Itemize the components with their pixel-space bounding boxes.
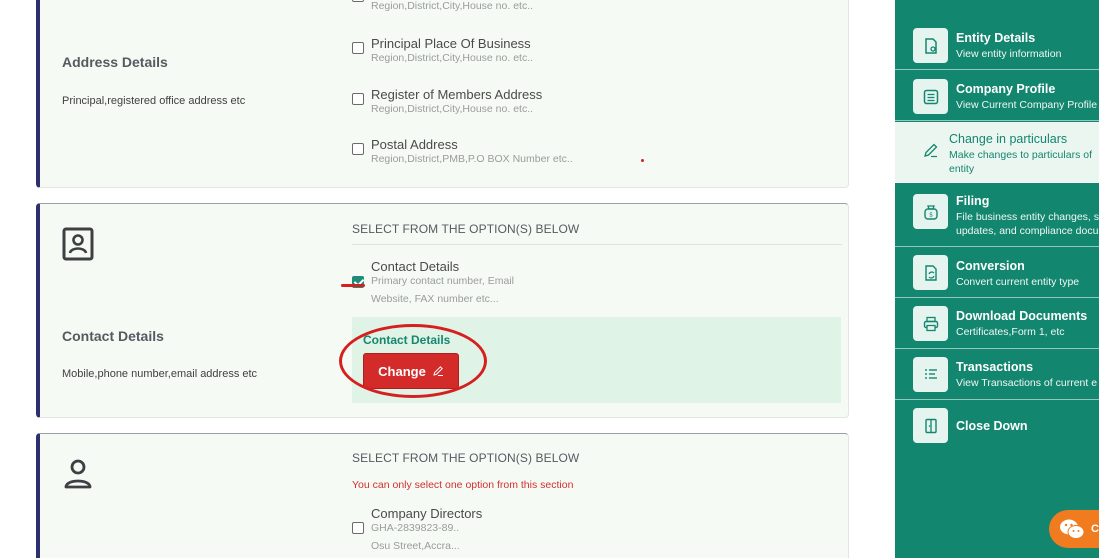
contact-select-heading: SELECT FROM THE OPTION(S) BELOW	[352, 222, 580, 236]
sidebar-item-company-profile[interactable]: Company Profile View Current Company Pro…	[895, 71, 1099, 121]
sidebar-item-sub: View Current Company Profile	[956, 99, 1098, 111]
sidebar-item-sub2: entity	[949, 163, 975, 175]
wechat-icon	[1060, 519, 1085, 539]
principal-place-label: Principal Place Of Business	[371, 36, 531, 51]
register-members-label: Register of Members Address	[371, 87, 543, 102]
sidebar-item-sub: Convert current entity type	[956, 276, 1080, 288]
sidebar-item-transactions[interactable]: Transactions View Transactions of curren…	[895, 350, 1099, 400]
contact-details-option-sub1: Primary contact number, Email	[371, 275, 514, 287]
svg-text:$: $	[929, 211, 933, 218]
company-directors-label: Company Directors	[371, 506, 483, 521]
sidebar-item-title: Download Documents	[956, 309, 1088, 323]
chat-button[interactable]: C	[1049, 510, 1099, 548]
sidebar-item-sub: View entity information	[956, 48, 1062, 60]
sidebar-item-title: Filing	[956, 194, 990, 208]
postal-address-option[interactable]: Postal Address Region,District,PMB,P.O B…	[352, 137, 832, 167]
directors-card: SELECT FROM THE OPTION(S) BELOW You can …	[36, 433, 849, 558]
sidebar-item-close-down[interactable]: Close Down	[895, 401, 1099, 451]
printer-icon	[913, 306, 948, 341]
contact-details-description: Mobile,phone number,email address etc	[62, 368, 258, 380]
annotation-dot	[641, 159, 644, 162]
door-icon	[913, 408, 948, 443]
sidebar-item-title: Transactions	[956, 360, 1034, 374]
company-directors-option[interactable]: Company Directors GHA-2839823-89.. Osu S…	[352, 506, 832, 556]
address-details-description: Principal,registered office address etc	[62, 95, 246, 107]
sidebar-item-title: Close Down	[956, 419, 1028, 433]
postal-address-sub: Region,District,PMB,P.O BOX Number etc..	[371, 153, 573, 165]
sidebar-item-title: Conversion	[956, 259, 1025, 273]
page: Address Details Principal,registered off…	[0, 0, 1099, 558]
contact-details-option[interactable]: Contact Details Primary contact number, …	[352, 259, 832, 309]
contact-details-title: Contact Details	[62, 328, 164, 344]
register-members-checkbox[interactable]	[352, 93, 364, 105]
sidebar-item-title: Company Profile	[956, 82, 1056, 96]
company-directors-checkbox[interactable]	[352, 522, 364, 534]
contact-divider	[352, 244, 842, 245]
sidebar-item-sub1: File business entity changes, s	[956, 211, 1099, 223]
money-bag-icon: $	[913, 194, 948, 229]
principal-place-checkbox[interactable]	[352, 42, 364, 54]
sidebar-item-title: Entity Details	[956, 31, 1036, 45]
register-members-option[interactable]: Register of Members Address Region,Distr…	[352, 87, 832, 117]
sidebar-item-change-in-particulars[interactable]: Change in particulars Make changes to pa…	[895, 122, 1099, 183]
list-lines-icon	[913, 357, 948, 392]
company-directors-sub1: GHA-2839823-89..	[371, 522, 460, 534]
address-details-title: Address Details	[62, 54, 168, 70]
sidebar-item-sub2: updates, and compliance docu	[956, 225, 1099, 237]
address-details-card: Address Details Principal,registered off…	[36, 0, 849, 188]
postal-address-checkbox[interactable]	[352, 143, 364, 155]
sidebar-item-download-documents[interactable]: Download Documents Certificates,Form 1, …	[895, 299, 1099, 349]
principal-place-option[interactable]: Principal Place Of Business Region,Distr…	[352, 36, 832, 66]
postal-address-label: Postal Address	[371, 137, 458, 152]
contact-card-icon	[62, 227, 94, 261]
annotation-ellipse	[339, 324, 487, 398]
sidebar-item-title: Change in particulars	[949, 132, 1068, 146]
address-option-top-checkbox[interactable]	[352, 0, 364, 2]
sidebar-item-conversion[interactable]: Conversion Convert current entity type	[895, 248, 1099, 298]
address-option-top-sub: Region,District,City,House no. etc..	[371, 0, 534, 12]
pencil-icon	[913, 132, 948, 167]
address-option-top[interactable]: Region,District,City,House no. etc..	[352, 0, 832, 14]
sidebar-item-entity-details[interactable]: Entity Details View entity information	[895, 20, 1099, 70]
document-eye-icon	[913, 28, 948, 63]
register-members-sub: Region,District,City,House no. etc..	[371, 103, 534, 115]
person-icon	[64, 459, 92, 489]
principal-place-sub: Region,District,City,House no. etc..	[371, 52, 534, 64]
chat-label: C	[1091, 523, 1099, 535]
file-convert-icon	[913, 255, 948, 290]
contact-details-option-sub2: Website, FAX number etc...	[371, 293, 499, 305]
annotation-underline	[341, 284, 365, 287]
sidebar: Entity Details View entity information C…	[895, 0, 1099, 558]
list-icon	[913, 79, 948, 114]
sidebar-item-sub1: Make changes to particulars of	[949, 149, 1092, 161]
sidebar-item-sub: Certificates,Form 1, etc	[956, 326, 1065, 338]
contact-details-option-label: Contact Details	[371, 259, 460, 274]
sidebar-item-filing[interactable]: $ Filing File business entity changes, s…	[895, 184, 1099, 247]
directors-warning: You can only select one option from this…	[352, 479, 574, 491]
company-directors-sub2: Osu Street,Accra...	[371, 540, 460, 552]
directors-select-heading: SELECT FROM THE OPTION(S) BELOW	[352, 451, 580, 465]
sidebar-item-sub: View Transactions of current e	[956, 377, 1098, 389]
